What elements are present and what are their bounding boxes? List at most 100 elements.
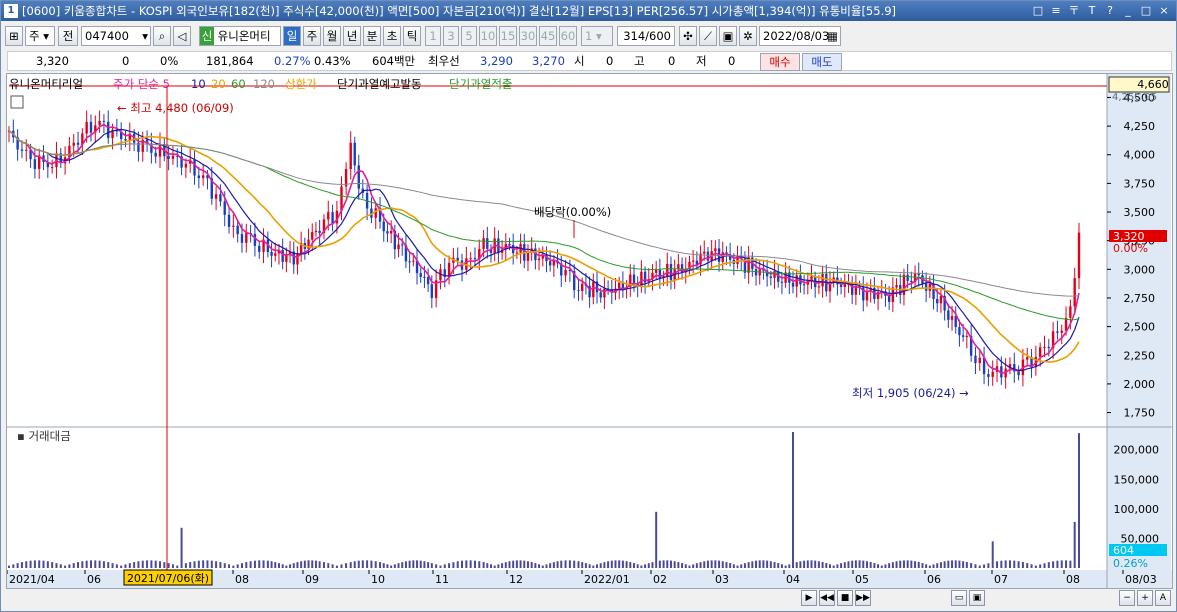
forward-icon[interactable]: ▶▶ [855,590,871,606]
minute-10[interactable]: 10 [479,26,497,46]
candle-body [817,286,821,288]
minute-5[interactable]: 5 [461,26,477,46]
chart-area[interactable]: 4,5004,2504,0003,7503,5003,2503,0002,750… [6,73,1173,589]
volume-bar [836,564,839,568]
sell-button[interactable]: 매도 [802,53,842,71]
price-tick-label: 3,750 [1124,177,1156,190]
tools-icon[interactable]: ✣ [679,26,697,46]
volume-bar [318,561,321,568]
prev-button[interactable]: 전 [58,26,78,46]
candle-body [703,251,706,254]
candle-body [171,155,175,159]
volume-bar [799,561,802,568]
volume-bar [456,561,459,568]
volume-bar [914,561,917,568]
pin-icon[interactable]: 〒 [1066,1,1082,21]
gear-icon[interactable]: ✲ [739,26,757,46]
price-tick-label: 4,250 [1124,120,1156,133]
volume-bar [42,560,45,568]
scroll-bar[interactable]: ▶ ◀◀ ■ ▶▶ ▭ ▣ − + A [3,589,1174,609]
volume-bar [729,563,732,568]
zoom-out-icon[interactable]: ▭ [951,590,967,606]
period-tick[interactable]: 틱 [403,26,421,46]
volume-bar [732,564,735,568]
best-ask: 3,290 [480,54,513,68]
volume-bar [541,565,544,568]
candle-body [954,316,957,328]
minus-icon[interactable]: − [1119,590,1135,606]
buy-button[interactable]: 매수 [760,53,800,71]
stock-code-input[interactable]: 047400 ▾ [81,26,151,46]
volume-bar [322,562,325,568]
plus-icon[interactable]: + [1137,590,1153,606]
toolbar: ⊞ 주 ▾ 전 047400 ▾ ⌕ ◁ 신 유니온머티 일 주 월 년 분 초 … [3,26,1174,48]
volume-bar [219,562,222,568]
volume-bar [469,560,472,568]
volume-bar [877,564,880,568]
volume-bar [568,560,571,568]
candle-body [843,284,846,287]
minute-1[interactable]: 1 [425,26,441,46]
stock-name-field[interactable]: 신 유니온머티 [199,26,281,46]
chart-svg[interactable]: 4,5004,2504,0003,7503,5003,2503,0002,750… [6,74,1172,588]
low-value: 0 [728,54,736,68]
period-year[interactable]: 년 [343,26,361,46]
close-icon[interactable]: × [1156,1,1172,21]
volume-bar [766,560,769,568]
period-week[interactable]: 주 [303,26,321,46]
volume-bar [703,561,706,568]
candle-body [515,252,519,254]
volume-bar [1060,560,1063,568]
count-field[interactable]: 314/600 [617,26,675,46]
volume-bar [176,565,179,568]
candle-body [374,208,377,218]
period-day[interactable]: 일 [283,26,301,46]
rewind-icon[interactable]: ◀◀ [819,590,835,606]
candle-body [895,285,898,288]
volume-bar [281,564,284,568]
volume-bar [404,561,407,568]
ma-5-line [8,123,1080,375]
stop-icon[interactable]: ■ [837,590,853,606]
save-icon[interactable]: ▣ [719,26,737,46]
volume-bar [718,560,721,568]
chevron-down-icon[interactable]: ▾ [142,27,148,45]
maximize-icon[interactable]: □ [1138,1,1154,21]
zoom-in-icon[interactable]: ▣ [969,590,985,606]
help-icon[interactable]: ? [1102,1,1118,21]
minute-15[interactable]: 15 [499,26,517,46]
minute-3[interactable]: 3 [443,26,459,46]
period-month[interactable]: 월 [323,26,341,46]
volume-bar [236,564,239,568]
volume-bar [1030,564,1033,568]
volume-bar [758,560,761,568]
volume-bar [814,560,817,568]
volume-bar [314,560,317,568]
speaker-icon[interactable]: ◁ [173,26,191,46]
volume-bar [401,562,404,568]
play-icon[interactable]: ▶ [801,590,817,606]
font-icon[interactable]: T [1084,1,1100,21]
minute-45[interactable]: 45 [539,26,557,46]
date-tick-label: 06 [87,573,101,586]
search-icon[interactable]: ⌕ [153,26,171,46]
volume-bar [1017,561,1020,568]
minute-60[interactable]: 60 [559,26,577,46]
minute-30[interactable]: 30 [519,26,537,46]
layout-icon[interactable]: ⊞ [5,26,23,46]
period-second[interactable]: 초 [383,26,401,46]
volume-bar [910,560,913,568]
draw-icon[interactable]: ⟋ [699,26,717,46]
date-field[interactable]: 2022/08/03 ▦ [759,26,841,46]
unit-select[interactable]: 1 ▾ [581,26,613,46]
period-minute[interactable]: 분 [363,26,381,46]
volume-bar [515,560,518,568]
menu-icon[interactable]: ≡ [1048,1,1064,21]
calendar-icon[interactable]: ▦ [827,27,838,45]
restore-icon[interactable]: □ [1030,1,1046,21]
text-size-icon[interactable]: A [1155,590,1171,606]
market-select[interactable]: 주 ▾ [25,26,55,46]
minimize-icon[interactable]: _ [1120,1,1136,21]
legend-signal1: 단기과열예고발동 [337,77,422,91]
volume-bar [928,565,931,568]
